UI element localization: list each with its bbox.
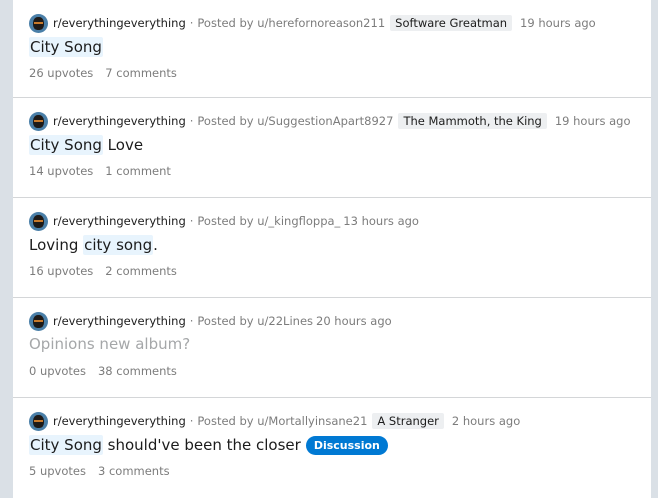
post-stats: 14 upvotes 1 comment — [29, 164, 171, 178]
post-meta: r/everythingeverything · Posted by u/Sug… — [29, 111, 631, 131]
comment-count[interactable]: 7 comments — [105, 66, 177, 80]
post-meta: r/everythingeverything · Posted by u/_ki… — [29, 211, 419, 231]
post-card[interactable]: r/everythingeverything · Posted by u/_ki… — [13, 198, 651, 298]
post-title[interactable]: Opinions new album? — [29, 335, 190, 353]
title-rest: . — [153, 236, 158, 254]
title-prefix: Loving — [29, 236, 84, 254]
title-rest: should've been the closer — [102, 436, 301, 454]
posted-by-link[interactable]: Posted by u/_kingfloppa_ — [197, 214, 340, 228]
upvote-count: 5 upvotes — [29, 464, 86, 478]
discussion-flair-badge[interactable]: Discussion — [305, 435, 388, 455]
subreddit-link[interactable]: r/everythingeverything — [53, 414, 186, 428]
subreddit-avatar-icon[interactable] — [29, 211, 48, 231]
post-title[interactable]: City Song — [29, 37, 103, 57]
subreddit-link[interactable]: r/everythingeverything — [53, 214, 186, 228]
comment-count[interactable]: 2 comments — [105, 264, 177, 278]
upvote-count: 16 upvotes — [29, 264, 94, 278]
post-time: 13 hours ago — [343, 214, 419, 228]
separator: · — [189, 16, 194, 30]
post-meta: r/everythingeverything · Posted by u/her… — [29, 13, 596, 33]
separator: · — [189, 214, 194, 228]
subreddit-link[interactable]: r/everythingeverything — [53, 114, 186, 128]
post-card[interactable]: r/everythingeverything · Posted by u/22L… — [13, 298, 651, 398]
title-rest: Love — [102, 136, 144, 154]
post-stats: 16 upvotes 2 comments — [29, 264, 177, 278]
user-flair: A Stranger — [372, 413, 444, 429]
posted-by-link[interactable]: Posted by u/SuggestionApart8927 — [197, 114, 393, 128]
upvote-count: 0 upvotes — [29, 364, 86, 378]
post-time: 2 hours ago — [451, 414, 521, 428]
post-card[interactable]: r/everythingeverything · Posted by u/Sug… — [13, 98, 651, 198]
separator: · — [189, 314, 194, 328]
upvote-count: 26 upvotes — [29, 66, 94, 80]
post-card[interactable]: r/everythingeverything · Posted by u/Mor… — [13, 398, 651, 498]
subreddit-link[interactable]: r/everythingeverything — [53, 16, 186, 30]
post-time: 19 hours ago — [554, 114, 631, 128]
post-stats: 26 upvotes 7 comments — [29, 66, 177, 80]
title-highlight: City Song — [29, 435, 103, 455]
search-results-feed: r/everythingeverything · Posted by u/her… — [13, 0, 651, 498]
post-time: 19 hours ago — [520, 16, 596, 30]
title-highlight: City Song — [29, 37, 103, 57]
user-flair: The Mammoth, the King — [398, 113, 547, 129]
post-stats: 5 upvotes 3 comments — [29, 464, 170, 478]
post-time: 20 hours ago — [316, 314, 392, 328]
comment-count[interactable]: 3 comments — [98, 464, 170, 478]
post-card[interactable]: r/everythingeverything · Posted by u/her… — [13, 0, 651, 98]
post-title[interactable]: City Song Love — [29, 135, 143, 155]
separator: · — [189, 114, 194, 128]
post-meta: r/everythingeverything · Posted by u/22L… — [29, 311, 392, 331]
posted-by-link[interactable]: Posted by u/Mortallyinsane21 — [197, 414, 367, 428]
title-highlight: City Song — [29, 135, 103, 155]
subreddit-avatar-icon[interactable] — [29, 13, 48, 33]
post-stats: 0 upvotes 38 comments — [29, 364, 177, 378]
comment-count[interactable]: 38 comments — [98, 364, 177, 378]
post-title[interactable]: Loving city song. — [29, 235, 158, 255]
posted-by-link[interactable]: Posted by u/herefornoreason211 — [197, 16, 385, 30]
post-title[interactable]: City Song should've been the closer Discu… — [29, 435, 388, 455]
subreddit-avatar-icon[interactable] — [29, 311, 48, 331]
upvote-count: 14 upvotes — [29, 164, 94, 178]
subreddit-avatar-icon[interactable] — [29, 111, 48, 131]
posted-by-link[interactable]: Posted by u/22Lines — [197, 314, 313, 328]
separator: · — [189, 414, 194, 428]
subreddit-link[interactable]: r/everythingeverything — [53, 314, 186, 328]
comment-count[interactable]: 1 comment — [105, 164, 171, 178]
subreddit-avatar-icon[interactable] — [29, 411, 48, 431]
post-meta: r/everythingeverything · Posted by u/Mor… — [29, 411, 520, 431]
title-highlight: city song — [83, 235, 154, 255]
user-flair: Software Greatman — [390, 15, 513, 31]
